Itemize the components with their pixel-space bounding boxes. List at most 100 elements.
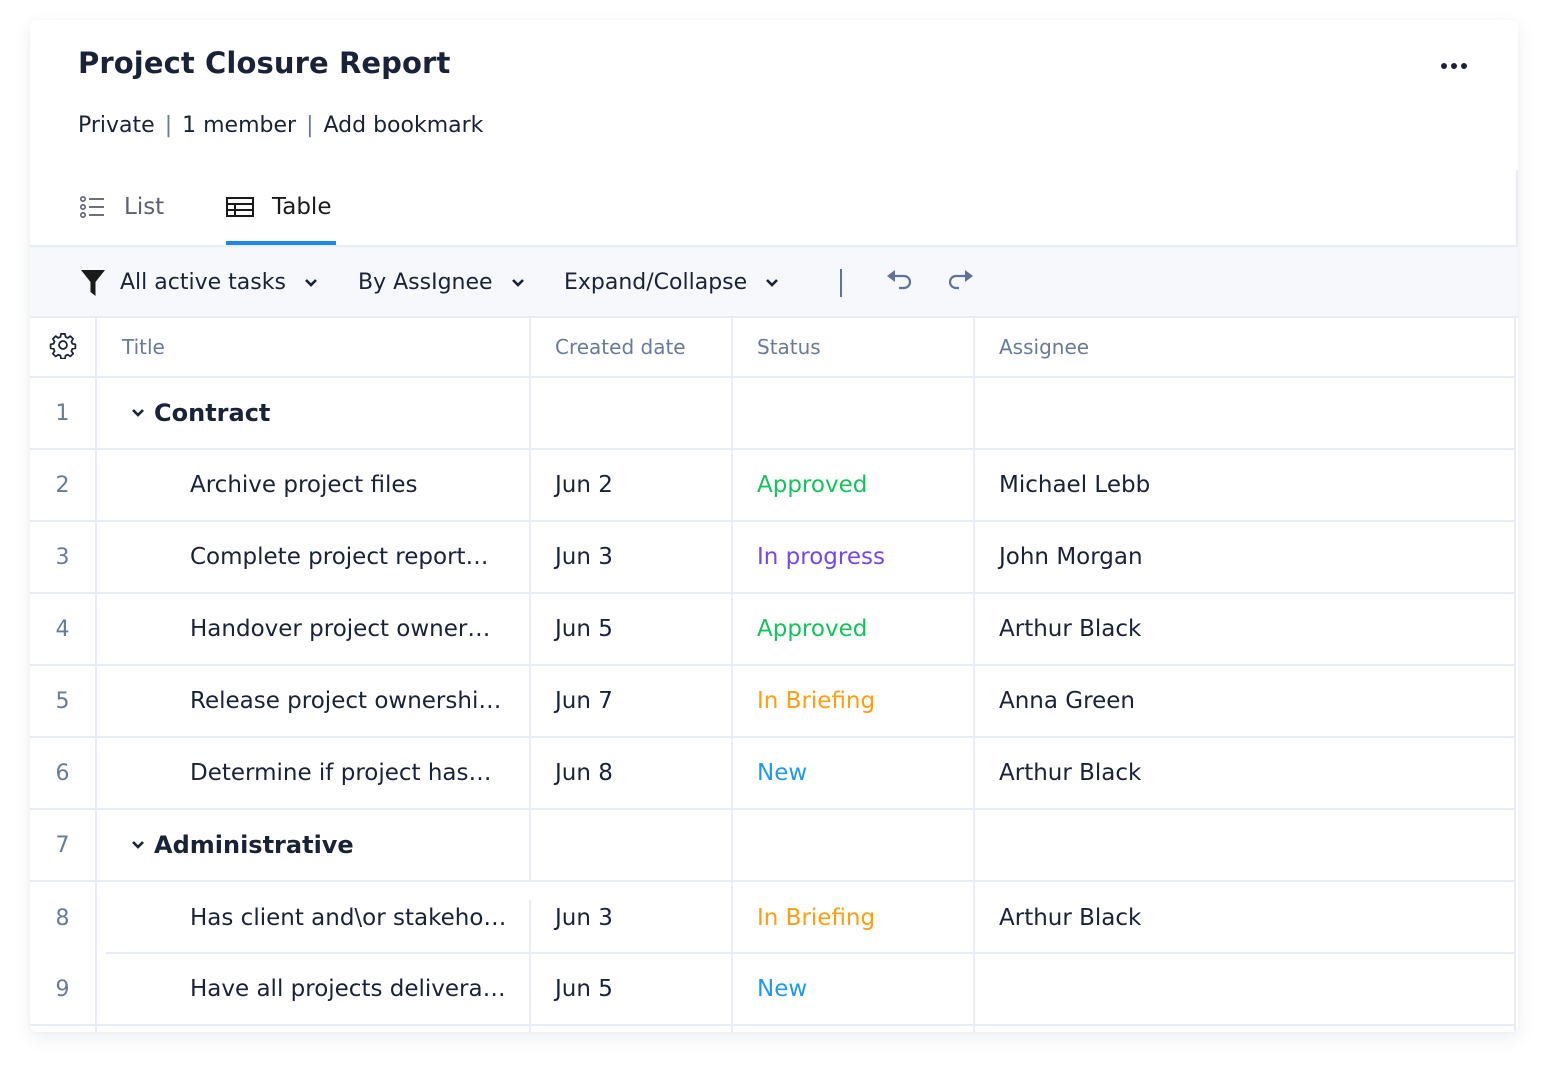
table-row[interactable]: 4 Handover project owner… Jun 5 Approved Art…	[30, 594, 1514, 666]
group-by-dropdown[interactable]: By AssIgnee	[358, 247, 525, 318]
chevron-down-icon[interactable]	[130, 407, 146, 419]
row-number: 5	[30, 666, 97, 736]
table-row[interactable]: 9 Have all projects delivera… Jun 5 New	[30, 954, 1514, 1026]
view-tabs: List Table	[30, 170, 1518, 245]
row-number: 3	[30, 522, 97, 592]
assignee-cell[interactable]	[975, 954, 1516, 1024]
page-title: Project Closure Report	[78, 46, 451, 80]
filter-dropdown[interactable]: All active tasks	[80, 247, 318, 318]
add-bookmark-link[interactable]: Add bookmark	[323, 113, 483, 138]
created-date-cell[interactable]: Jun 3	[531, 522, 733, 592]
assignee-cell[interactable]: Anna Green	[975, 666, 1516, 736]
task-title-cell[interactable]: Determine if project has…	[97, 738, 531, 808]
task-title: Determine if project has…	[190, 760, 492, 786]
task-title: Has client and\or stakeho…	[190, 905, 507, 931]
chevron-down-icon	[304, 278, 318, 288]
status-badge: New	[757, 760, 808, 786]
status-cell[interactable]: New	[733, 738, 975, 808]
assignee-cell[interactable]: John Morgan	[975, 522, 1516, 592]
redo-icon	[945, 268, 975, 296]
created-date-cell[interactable]: Jun 8	[531, 738, 733, 808]
group-title-cell[interactable]: Contract	[97, 378, 531, 448]
created-date-cell[interactable]	[531, 378, 733, 448]
filter-icon	[80, 269, 106, 297]
tab-list-label: List	[124, 193, 165, 220]
created-date-cell[interactable]: Jun 5	[531, 954, 733, 1024]
chevron-down-icon	[511, 278, 525, 288]
table-row[interactable]: 6 Determine if project has… Jun 8 New Arthur…	[30, 738, 1514, 810]
table-settings-button[interactable]	[30, 318, 97, 376]
redo-button[interactable]	[942, 267, 978, 297]
group-title: Contract	[154, 399, 271, 427]
status-cell[interactable]	[733, 378, 975, 448]
task-title-cell[interactable]: Release project ownershi…	[97, 666, 531, 736]
assignee-cell[interactable]: Arthur Black	[975, 738, 1516, 808]
page-header: Project Closure Report Private | 1 membe…	[30, 20, 1518, 245]
project-card: Project Closure Report Private | 1 membe…	[30, 20, 1518, 1032]
status-badge: In Briefing	[757, 905, 876, 931]
group-title-cell[interactable]: Administrative	[97, 810, 531, 880]
task-title-cell[interactable]: Have all projects delivera…	[97, 954, 531, 1024]
task-title: Have all projects delivera…	[190, 976, 506, 1002]
assignee-cell[interactable]: Arthur Black	[975, 594, 1516, 664]
undo-button[interactable]	[882, 267, 918, 297]
group-row[interactable]: 7 Administrative	[30, 810, 1514, 882]
table-row[interactable]: 8 Has client and\or stakeho… Jun 3 In Brief…	[30, 882, 1514, 954]
expand-collapse-label: Expand/Collapse	[564, 270, 748, 295]
created-date-cell[interactable]: Jun 5	[531, 594, 733, 664]
row-number: 7	[30, 810, 97, 880]
meta-divider: |	[306, 113, 314, 138]
row-number: 9	[30, 954, 97, 1024]
assignee-cell[interactable]: Michael Lebb	[975, 450, 1516, 520]
created-date-cell[interactable]	[531, 810, 733, 880]
task-title: Handover project owner…	[190, 616, 491, 642]
expand-collapse-dropdown[interactable]: Expand/Collapse	[564, 247, 779, 318]
status-cell[interactable]: In Briefing	[733, 666, 975, 736]
column-header-assignee[interactable]: Assignee	[975, 318, 1516, 376]
group-title: Administrative	[154, 831, 354, 859]
created-date-cell[interactable]: Jun 3	[531, 882, 733, 954]
table-tail	[30, 1026, 1514, 1032]
tab-table[interactable]: Table	[226, 170, 336, 245]
task-title-cell[interactable]: Has client and\or stakeho…	[97, 882, 531, 954]
task-title-cell[interactable]: Handover project owner…	[97, 594, 531, 664]
created-date-cell[interactable]: Jun 2	[531, 450, 733, 520]
status-cell[interactable]: In Briefing	[733, 882, 975, 954]
chevron-down-icon[interactable]	[130, 839, 146, 851]
table-body: 1 Contract 2 Archive project files Jun 2 Appr…	[30, 378, 1514, 1026]
task-title: Complete project report…	[190, 544, 489, 570]
tab-list[interactable]: List	[80, 170, 164, 243]
status-cell[interactable]: Approved	[733, 450, 975, 520]
table-row[interactable]: 3 Complete project report… Jun 3 In progres…	[30, 522, 1514, 594]
row-number: 8	[30, 882, 97, 954]
members-link[interactable]: 1 member	[182, 113, 296, 138]
assignee-cell[interactable]	[975, 378, 1516, 448]
table-row[interactable]: 5 Release project ownershi… Jun 7 In Briefi…	[30, 666, 1514, 738]
table-row[interactable]: 2 Archive project files Jun 2 Approved Micha…	[30, 450, 1514, 522]
column-header-title[interactable]: Title	[97, 318, 531, 376]
status-cell[interactable]: New	[733, 954, 975, 1024]
status-badge: Approved	[757, 472, 868, 498]
group-row[interactable]: 1 Contract	[30, 378, 1514, 450]
visibility-link[interactable]: Private	[78, 113, 155, 138]
status-cell[interactable]: In progress	[733, 522, 975, 592]
row-number: 2	[30, 450, 97, 520]
status-cell[interactable]	[733, 810, 975, 880]
task-title: Archive project files	[190, 472, 418, 498]
status-cell[interactable]: Approved	[733, 594, 975, 664]
toolbar-divider	[840, 269, 842, 297]
created-date-cell[interactable]: Jun 7	[531, 666, 733, 736]
column-header-created-date[interactable]: Created date	[531, 318, 733, 376]
list-icon	[80, 195, 106, 218]
task-title-cell[interactable]: Archive project files	[97, 450, 531, 520]
assignee-cell[interactable]	[975, 810, 1516, 880]
column-header-status[interactable]: Status	[733, 318, 975, 376]
task-title-cell[interactable]: Complete project report…	[97, 522, 531, 592]
status-badge: In progress	[757, 544, 885, 570]
row-number: 6	[30, 738, 97, 808]
group-by-label: By AssIgnee	[358, 270, 493, 295]
chevron-down-icon	[765, 278, 779, 288]
more-options-button[interactable]	[1434, 56, 1474, 76]
assignee-cell[interactable]: Arthur Black	[975, 882, 1516, 954]
meta-divider: |	[164, 113, 173, 138]
